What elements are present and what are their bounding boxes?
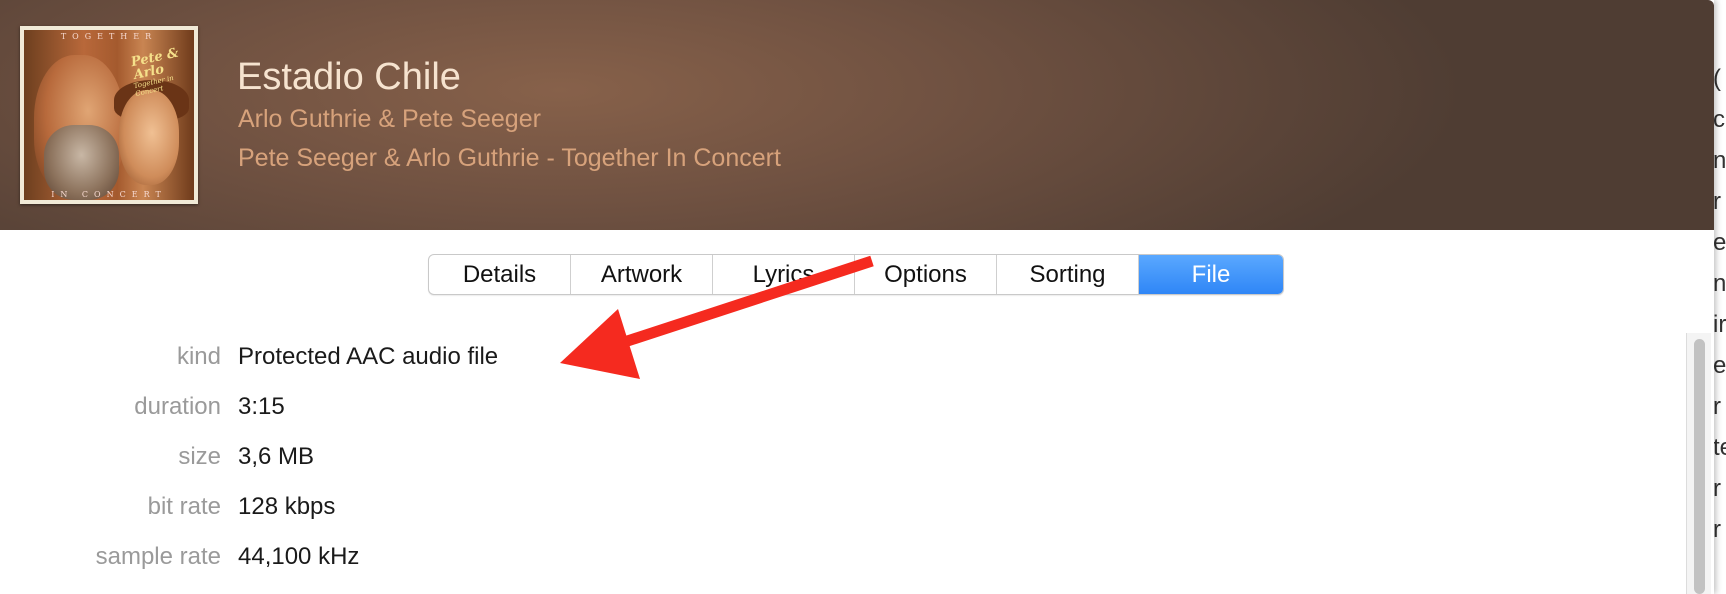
scrollbar-thumb[interactable] (1694, 339, 1705, 594)
info-row-kind: kind Protected AAC audio file (0, 343, 900, 393)
album-artwork[interactable]: TOGETHER Pete & Arlo Together in Concert… (20, 26, 198, 204)
info-label: sample rate (95, 543, 221, 570)
info-row-duration: duration 3:15 (0, 393, 900, 443)
info-value: 44,100 kHz (238, 543, 360, 570)
tab-sorting[interactable]: Sorting (997, 255, 1139, 294)
info-value: Protected AAC audio file (238, 343, 499, 370)
info-label: size (178, 443, 221, 470)
info-label: kind (176, 343, 221, 370)
artwork-beard (44, 125, 119, 200)
tab-details[interactable]: Details (429, 255, 571, 294)
info-row-bit-rate: bit rate 128 kbps (0, 493, 900, 543)
artwork-face-right (119, 90, 179, 185)
song-info-window: TOGETHER Pete & Arlo Together in Concert… (0, 0, 1714, 594)
tab-artwork[interactable]: Artwork (571, 255, 713, 294)
artwork-bottom-text: IN CONCERT (51, 190, 167, 199)
album-artwork-image: TOGETHER Pete & Arlo Together in Concert… (24, 30, 194, 200)
info-label: bit rate (147, 493, 221, 520)
song-album: Pete Seeger & Arlo Guthrie - Together In… (238, 144, 781, 172)
info-value: 3:15 (238, 393, 285, 420)
tab-options[interactable]: Options (855, 255, 997, 294)
tab-lyrics[interactable]: Lyrics (713, 255, 855, 294)
file-info-list: kind Protected AAC audio file duration 3… (0, 343, 900, 593)
tab-file[interactable]: File (1139, 255, 1283, 294)
song-title: Estadio Chile (237, 56, 461, 98)
info-row-sample-rate: sample rate 44,100 kHz (0, 543, 900, 593)
info-tabs: Details Artwork Lyrics Options Sorting F… (428, 254, 1284, 295)
info-label: duration (134, 393, 221, 420)
info-value: 3,6 MB (238, 443, 315, 470)
song-header: TOGETHER Pete & Arlo Together in Concert… (0, 0, 1714, 230)
artwork-top-text: TOGETHER (60, 32, 158, 41)
info-row-size: size 3,6 MB (0, 443, 900, 493)
info-value: 128 kbps (238, 493, 336, 520)
song-artist: Arlo Guthrie & Pete Seeger (238, 105, 541, 133)
background-scrollbar[interactable] (1686, 333, 1711, 594)
page: ( c n r e n ir e r te r r TOGETHER (0, 0, 1726, 594)
